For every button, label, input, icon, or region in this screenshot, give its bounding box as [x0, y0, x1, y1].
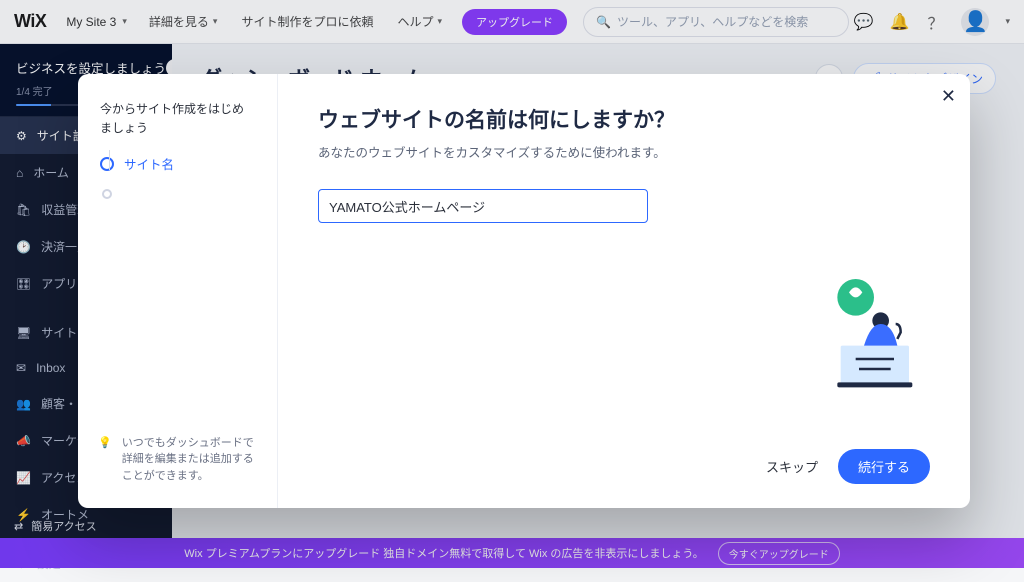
step-next: [100, 189, 255, 199]
step-connector-line: [109, 150, 110, 170]
modal-footer: スキップ 続行する: [318, 431, 930, 484]
modal-steps-panel: 今からサイト作成をはじめましょう サイト名 💡 いつでもダッシュボードで詳細を編…: [78, 74, 278, 508]
skip-button[interactable]: スキップ: [766, 457, 818, 476]
continue-button[interactable]: 続行する: [838, 449, 930, 484]
step-circle-active-icon: [100, 157, 114, 171]
modal-subtitle: あなたのウェブサイトをカスタマイズするために使われます。: [318, 142, 930, 161]
illustration-icon: [824, 274, 924, 391]
step-circle-icon: [102, 189, 112, 199]
lightbulb-icon: 💡: [98, 435, 112, 485]
close-icon[interactable]: ✕: [941, 86, 956, 107]
onboarding-modal: 今からサイト作成をはじめましょう サイト名 💡 いつでもダッシュボードで詳細を編…: [78, 74, 970, 508]
modal-content: ✕ ウェブサイトの名前は何にしますか？ あなたのウェブサイトをカスタマイズするた…: [278, 74, 970, 508]
modal-title: ウェブサイトの名前は何にしますか？: [318, 104, 930, 134]
step-site-name[interactable]: サイト名: [100, 154, 255, 173]
site-name-input[interactable]: [318, 189, 648, 223]
hint-text: 💡 いつでもダッシュボードで詳細を編集または追加することができます。: [98, 435, 257, 485]
steps-title: 今からサイト作成をはじめましょう: [100, 100, 255, 138]
